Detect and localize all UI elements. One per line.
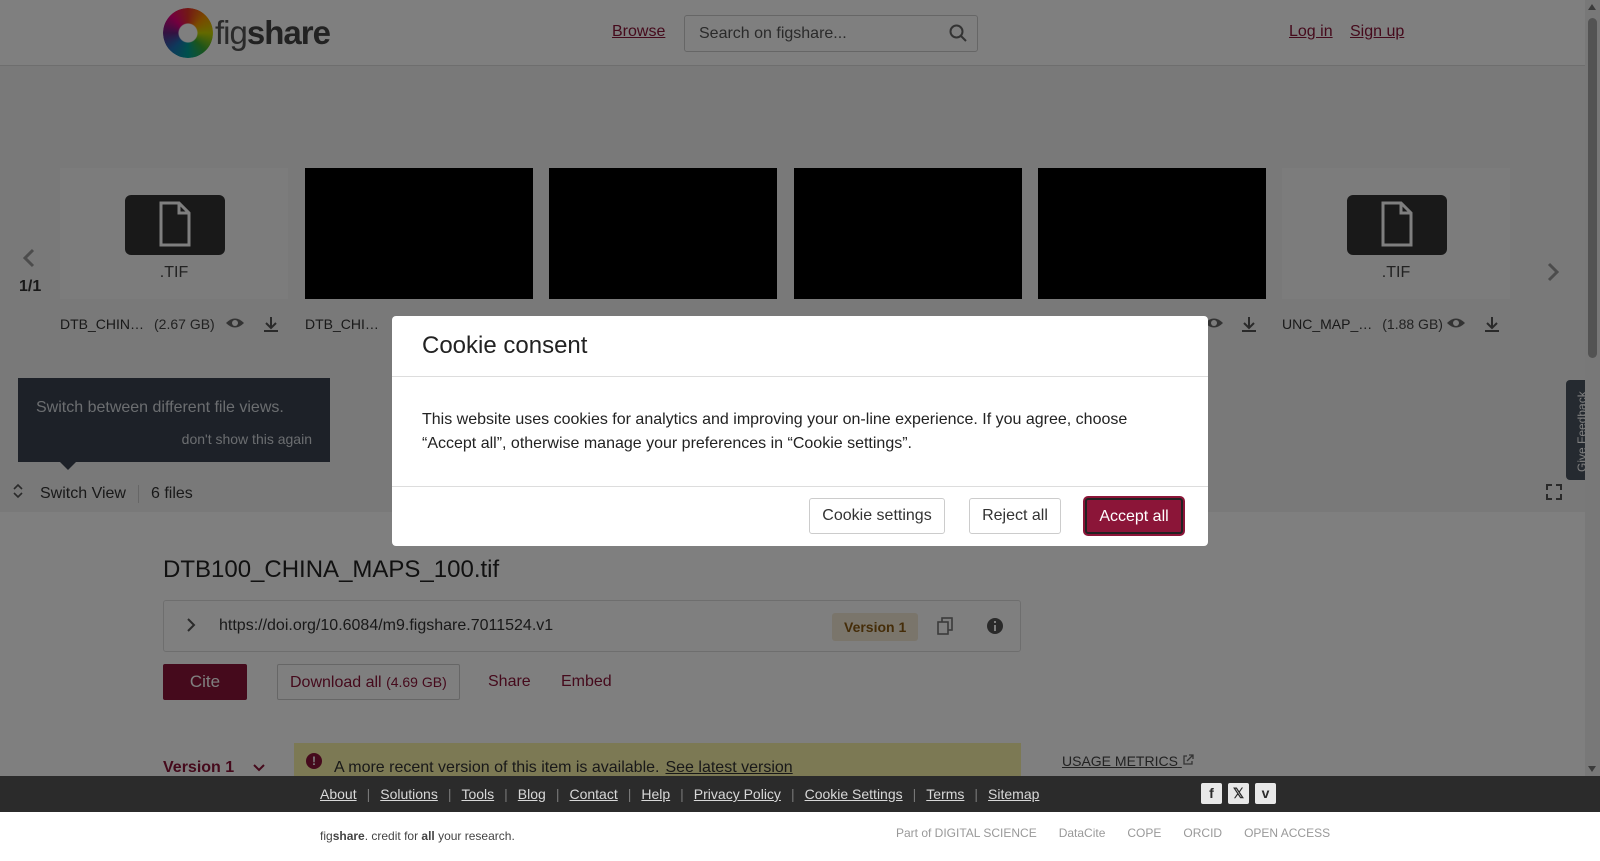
footer-link-cookie-settings[interactable]: Cookie Settings [805,786,903,802]
partner-logos: Part of DIGITAL SCIENCE DataCite COPE OR… [896,826,1330,840]
footer-link-help[interactable]: Help [641,786,670,802]
facebook-icon[interactable]: f [1201,783,1222,804]
footer-credit-text: figshare. credit for all your research. [320,829,515,843]
footer-link-blog[interactable]: Blog [518,786,546,802]
cope-logo[interactable]: COPE [1127,826,1161,840]
divider [392,486,1208,487]
dialog-body: This website uses cookies for analytics … [422,411,1128,452]
footer-link-terms[interactable]: Terms [926,786,964,802]
cookie-consent-dialog: Cookie consent This website uses cookies… [392,316,1208,546]
cookie-settings-button[interactable]: Cookie settings [809,498,945,534]
dialog-title: Cookie consent [422,332,588,359]
footer-link-sitemap[interactable]: Sitemap [988,786,1039,802]
footer-nav: About | Solutions | Tools | Blog | Contact | … [0,776,1600,812]
footer-link-contact[interactable]: Contact [569,786,617,802]
datacite-logo[interactable]: DataCite [1059,826,1106,840]
digital-science-logo[interactable]: Part of DIGITAL SCIENCE [896,826,1037,840]
footer-links: About | Solutions | Tools | Blog | Contact | … [320,786,1040,802]
reject-all-button[interactable]: Reject all [969,498,1061,534]
footer-link-tools[interactable]: Tools [461,786,494,802]
social-links: f 𝕏 v [1201,783,1276,804]
x-twitter-icon[interactable]: 𝕏 [1228,783,1249,804]
footer-link-solutions[interactable]: Solutions [380,786,438,802]
divider [392,376,1208,377]
footer-link-about[interactable]: About [320,786,357,802]
open-access-logo[interactable]: OPEN ACCESS [1244,826,1330,840]
footer-credits: figshare. credit for all your research. … [0,812,1600,861]
orcid-logo[interactable]: ORCID [1183,826,1222,840]
footer-link-privacy[interactable]: Privacy Policy [694,786,781,802]
accept-all-button[interactable]: Accept all [1085,498,1183,534]
vimeo-icon[interactable]: v [1255,783,1276,804]
